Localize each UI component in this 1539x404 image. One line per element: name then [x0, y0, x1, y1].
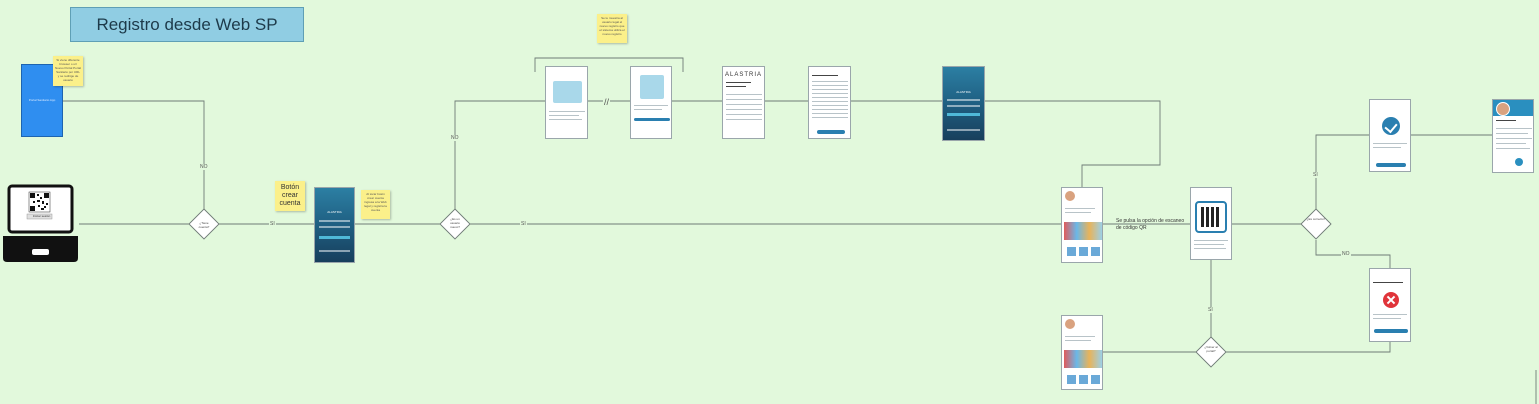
- screen-home-2: [1061, 315, 1103, 390]
- edge-label-si-vertical: SI: [1207, 307, 1214, 313]
- edge-d4-to-error: [1226, 342, 1391, 353]
- edge-blue-to-d1: [63, 100, 205, 210]
- separator-mark: //: [603, 97, 611, 107]
- decision-3-label: ¿Es correcto?: [1306, 217, 1326, 221]
- laptop-button-text: Iniciar sesión: [32, 214, 51, 218]
- screen-terms: [808, 66, 851, 139]
- diagram-title: Registro desde Web SP: [70, 7, 304, 42]
- app-brand-3: ALASTRIA: [956, 90, 971, 94]
- screen-home-1: [1061, 187, 1103, 263]
- sticky-note-crear-cuenta: Botón crear cuenta: [275, 181, 305, 211]
- decision-4-label: ¿Volver al portal?: [1204, 345, 1218, 353]
- screen-intro-2: [630, 66, 672, 139]
- app-brand-1: ALASTRIA: [327, 210, 342, 214]
- edge-d3-down: [1315, 240, 1391, 268]
- edge-d2-up: [454, 100, 545, 210]
- edge-label-si-first: SI: [269, 221, 276, 227]
- decision-1-label: ¿Tiene cuenta?: [198, 221, 210, 229]
- edge-label-no-lower-right: NO: [1341, 251, 1351, 257]
- screen-error: [1369, 268, 1411, 342]
- decision-diamond-3: [1300, 208, 1332, 240]
- screen-qr-scan: [1190, 187, 1232, 260]
- sticky-note-top-left: Si viene diferente browser o url Nuevo P…: [53, 56, 83, 86]
- edge-top-row-5: [985, 100, 1161, 187]
- app-brand-2: ALASTRIA: [724, 72, 762, 78]
- connector-lines: [3, 57, 1537, 404]
- edge-label-si-upper-right: SI: [1312, 172, 1319, 178]
- screen-login-1: ALASTRIA: [314, 187, 355, 263]
- qr-scan-annotation: Se pulsa la opción de escaneo de código …: [1116, 218, 1185, 231]
- screen-register-form: ALASTRIA: [722, 66, 765, 139]
- edge-label-no-branch: NO: [450, 135, 460, 141]
- sticky-note-top-middle: Se le muestra al usuario legal el nuevo …: [597, 14, 627, 43]
- screen-profile: [1492, 99, 1534, 173]
- edge-label-si-second: SI: [520, 221, 527, 227]
- decision-2-label: ¿Es un usuario nuevo?: [450, 217, 460, 229]
- edge-d3-up: [1315, 134, 1369, 210]
- sticky-note-middle: Al tocar botón crear cuenta ingresa a la…: [361, 190, 390, 219]
- laptop-icon: [3, 184, 78, 262]
- screen-success: [1369, 99, 1411, 172]
- edge-label-no-top: NO: [199, 164, 209, 170]
- portal-start-text: Portal Sanitario App: [28, 98, 56, 102]
- screen-intro-1: [545, 66, 588, 139]
- flow-canvas: Registro desde Web SP Portal Sanitario A…: [0, 0, 1539, 404]
- screen-login-2: ALASTRIA: [942, 66, 985, 141]
